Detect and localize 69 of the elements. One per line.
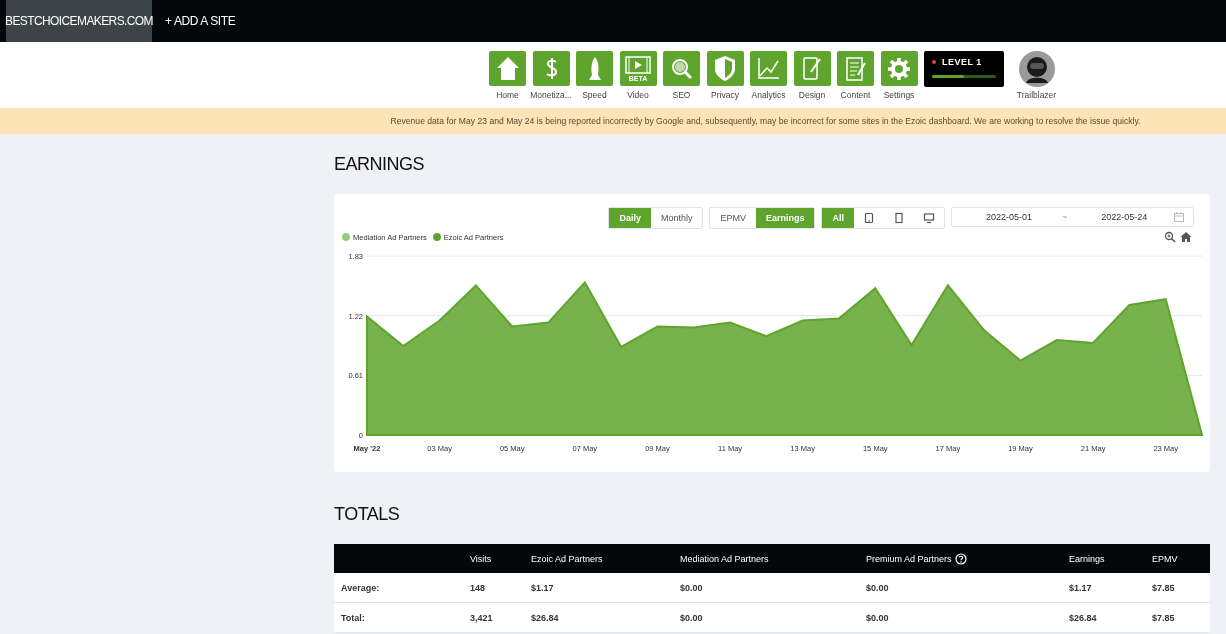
table-cell-text: $0.00 [866,582,890,593]
video-icon [625,55,651,74]
nav-label: Speed [582,90,607,100]
table-cell-text: 3,421 [470,612,494,623]
level-label: LEVEL 1 [942,57,982,67]
table-cell-text: $1.17 [531,582,555,593]
nav-tile[interactable] [532,51,570,86]
rocket-icon [588,57,601,80]
date-separator: ~ [1062,212,1068,222]
nav-label: Monetiza... [530,90,572,100]
dollar-icon [545,58,557,79]
table-cell-text: $0.00 [680,582,704,593]
level-badge[interactable]: LEVEL 1 [924,51,1004,87]
add-site-link[interactable]: + ADD A SITE [152,0,236,42]
date-range-field[interactable]: 2022-05-01 ~ 2022-05-24 [951,207,1194,227]
nav-tile[interactable] [837,51,874,86]
nav-tile[interactable] [750,51,787,86]
desktop-icon [923,212,935,224]
nav-tile[interactable] [793,51,831,86]
profile-name[interactable]: Trailblazer [1016,90,1057,100]
nav-label: Home [496,90,519,100]
nav-label: Video [627,90,649,100]
date-start: 2022-05-01 [986,212,1033,222]
avatar[interactable] [1017,50,1056,88]
column-header: Mediation Ad Partners [680,553,769,564]
table-cell-text: 148 [470,582,487,593]
tablet-pen-icon [803,57,821,80]
nav-label: SEO [672,90,691,100]
nav-label: Settings [883,90,915,100]
column-header: EPMV [1152,553,1178,564]
section-title: EARNINGS [334,152,426,176]
date-end: 2022-05-24 [1101,212,1148,222]
nav-tile[interactable] [489,51,526,86]
row-label: Total: [341,612,366,623]
table-cell-text: $7.85 [1152,612,1176,623]
search-icon [671,58,692,79]
site-tab[interactable]: BESTCHOICEMAKERS.COM [6,0,152,42]
table-cell-text: $0.00 [866,612,890,623]
column-header: Visits [470,553,492,564]
nav-label: Content [840,90,871,100]
column-header: Ezoic Ad Partners [531,553,603,564]
status-dot [932,60,936,64]
notice-banner: Revenue data for May 23 and May 24 is being reported incorrectly by Google and, subsequently, may be incorrect for some sites in the Ezoic dashboard. We are working to resolve the issue quickly. [0,108,1226,134]
zoom-icon[interactable] [1164,231,1176,243]
table-cell-text: $0.00 [680,612,704,623]
nav-tile[interactable] [576,51,613,86]
nav-tile[interactable] [706,51,744,86]
nav-tile[interactable] [663,51,700,86]
column-header: Premium Ad Partners [866,553,952,564]
phone-icon [893,212,905,224]
column-header: Earnings [1069,553,1105,564]
table-cell-text: $26.84 [1069,612,1098,623]
section-title: TOTALS [334,502,401,526]
row-label: Average: [341,582,381,593]
nav-label: Design [798,90,826,100]
home-icon[interactable] [1180,231,1192,243]
house-icon [496,57,519,80]
table-cell-text: $1.17 [1069,582,1093,593]
nav-tile[interactable] [880,51,918,86]
nav-label: Privacy [711,90,739,100]
nav-label: Analytics [751,90,786,100]
tablet-icon [863,212,875,224]
line-chart-icon [758,58,779,79]
shield-icon [715,56,735,81]
table-cell-text: $7.85 [1152,582,1176,593]
gear-icon [887,56,911,81]
document-icon [845,56,866,81]
table-cell-text: $26.84 [531,612,560,623]
calendar-icon [1173,211,1185,223]
